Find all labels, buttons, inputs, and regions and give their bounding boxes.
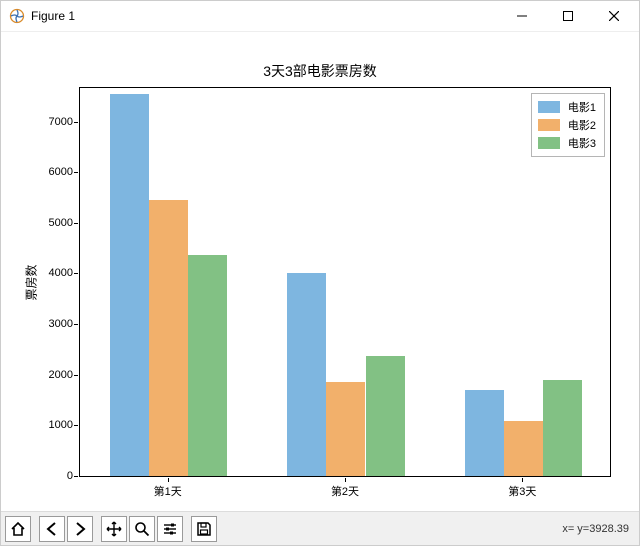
move-icon: [106, 521, 122, 537]
maximize-icon: [563, 11, 573, 21]
y-axis-label: 票房数: [23, 264, 40, 300]
zoom-icon: [134, 521, 150, 537]
bar-电影3-第2天: [366, 356, 405, 476]
save-button[interactable]: [191, 516, 217, 542]
y-tick-label: 7000: [49, 116, 73, 128]
configure-button[interactable]: [157, 516, 183, 542]
figure-window: Figure 1 3天3部电影票房数 票房数 电影1 电影2 电影3 0 1000 20…: [0, 0, 640, 546]
x-tick-label: 第2天: [325, 483, 365, 499]
y-tick-label: 0: [67, 470, 73, 482]
close-button[interactable]: [591, 1, 637, 31]
bar-电影3-第3天: [543, 380, 582, 476]
bar-电影1-第1天: [110, 94, 149, 476]
legend-swatch-icon: [538, 101, 560, 113]
chart-title: 3天3部电影票房数: [1, 61, 639, 81]
minimize-button[interactable]: [499, 1, 545, 31]
arrow-left-icon: [44, 521, 60, 537]
legend-label: 电影3: [568, 135, 596, 151]
bar-电影2-第1天: [149, 200, 188, 476]
bar-电影3-第1天: [188, 255, 227, 476]
x-tick-label: 第3天: [502, 483, 542, 499]
nav-toolbar: x= y=3928.39: [1, 511, 639, 545]
y-tick-label: 6000: [49, 166, 73, 178]
bar-电影2-第2天: [326, 382, 365, 476]
y-tick-label: 4000: [49, 267, 73, 279]
y-tick-label: 2000: [49, 369, 73, 381]
y-tick-label: 1000: [49, 419, 73, 431]
sliders-icon: [162, 521, 178, 537]
bar-电影1-第2天: [287, 273, 326, 476]
title-bar: Figure 1: [1, 1, 639, 32]
close-icon: [609, 11, 619, 21]
arrow-right-icon: [72, 521, 88, 537]
plot-canvas[interactable]: 3天3部电影票房数 票房数 电影1 电影2 电影3 0 1000 2000 3000 400…: [1, 32, 639, 511]
legend-swatch-icon: [538, 137, 560, 149]
legend: 电影1 电影2 电影3: [531, 93, 605, 157]
y-tick-label: 3000: [49, 318, 73, 330]
pan-button[interactable]: [101, 516, 127, 542]
app-icon: [9, 8, 25, 24]
legend-item: 电影3: [538, 134, 596, 152]
y-tick-label: 5000: [49, 217, 73, 229]
legend-label: 电影2: [568, 117, 596, 133]
home-button[interactable]: [5, 516, 31, 542]
legend-label: 电影1: [568, 99, 596, 115]
back-button[interactable]: [39, 516, 65, 542]
minimize-icon: [517, 11, 527, 21]
maximize-button[interactable]: [545, 1, 591, 31]
window-title: Figure 1: [31, 9, 75, 23]
zoom-button[interactable]: [129, 516, 155, 542]
x-tick-label: 第1天: [148, 483, 188, 499]
bar-电影1-第3天: [465, 390, 504, 476]
save-icon: [196, 521, 212, 537]
status-coordinates: x= y=3928.39: [562, 523, 633, 535]
forward-button[interactable]: [67, 516, 93, 542]
legend-item: 电影1: [538, 98, 596, 116]
home-icon: [10, 521, 26, 537]
legend-item: 电影2: [538, 116, 596, 134]
legend-swatch-icon: [538, 119, 560, 131]
bar-电影2-第3天: [504, 421, 543, 476]
